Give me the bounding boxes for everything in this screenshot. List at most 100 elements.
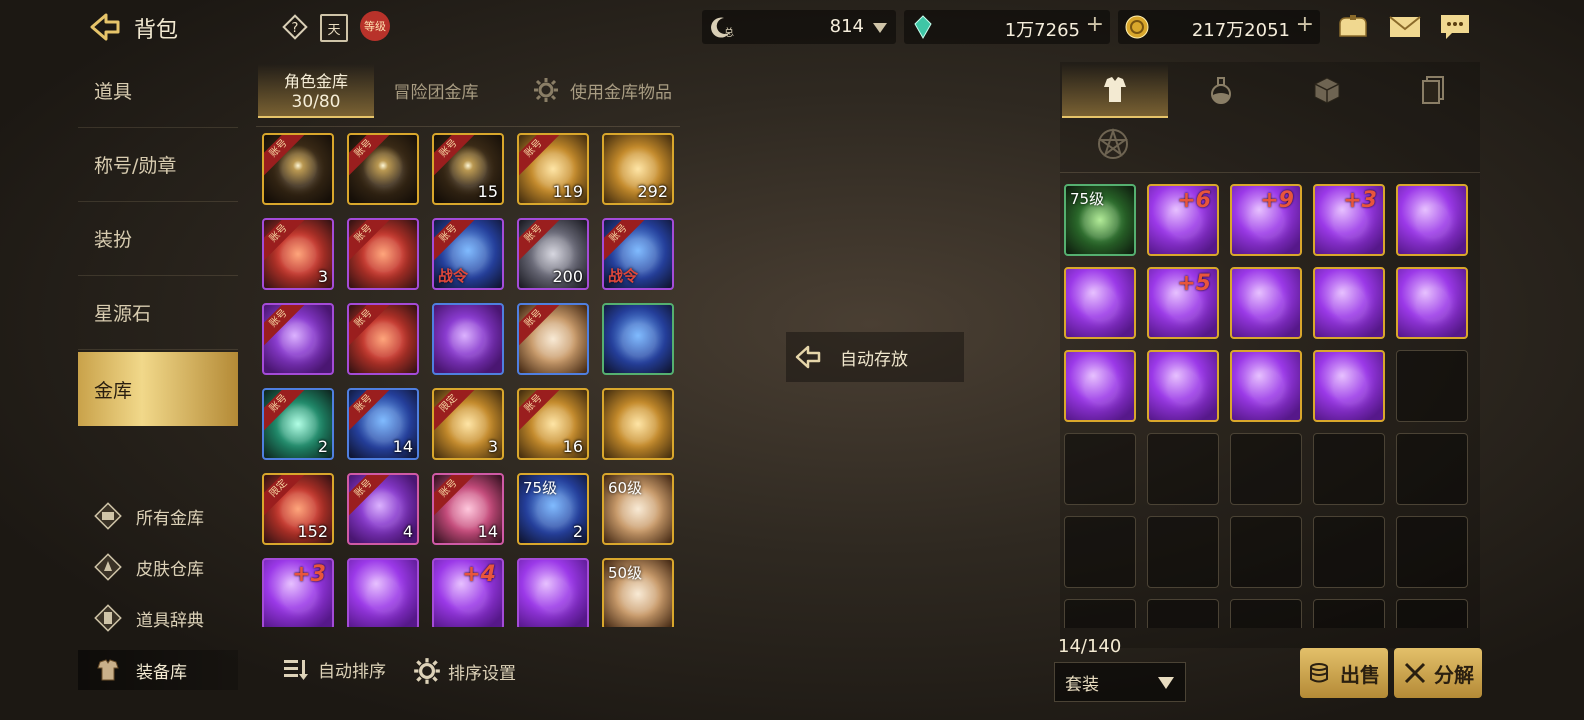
vault-item-slot[interactable]: 账号 4 [347,473,419,545]
vault-item-slot[interactable] [347,558,419,627]
vault-item-slot[interactable]: 账号 119 [517,133,589,205]
vault-item-slot[interactable]: 账号 200 [517,218,589,290]
equipment-item-empty-slot[interactable] [1230,516,1302,588]
equipment-item-slot[interactable] [1396,184,1468,256]
chat-icon[interactable] [1438,12,1472,46]
vault-item-slot[interactable]: 限定 152 [262,473,334,545]
equipment-item-slot[interactable] [1230,267,1302,339]
vault-item-slot[interactable]: 账号 2 [262,388,334,460]
equipment-item-slot[interactable] [1313,267,1385,339]
vault-item-slot[interactable]: 292 [602,133,674,205]
equipment-item-slot[interactable] [1064,267,1136,339]
use-vault-items-button[interactable]: 使用金库物品 [522,64,682,116]
card-tab-icon[interactable] [1380,64,1486,116]
equipment-item-empty-slot[interactable] [1313,599,1385,628]
equipment-item-empty-slot[interactable] [1313,516,1385,588]
vault-item-slot[interactable]: +3 [262,558,334,627]
wallet-icon[interactable] [1336,12,1370,46]
cube-tab-icon[interactable] [1274,64,1380,116]
vault-item-slot[interactable]: 账号 [262,133,334,205]
equipment-item-empty-slot[interactable] [1313,433,1385,505]
sidebar-item-label: 道具 [94,81,133,103]
equipment-item-empty-slot[interactable] [1230,433,1302,505]
equipment-item-empty-slot[interactable] [1064,599,1136,628]
tab-adventure-vault[interactable]: 冒险团金库 [384,64,488,116]
vault-item-slot[interactable]: 账号 战令 [432,218,504,290]
add-crystal-icon[interactable]: + [1086,12,1104,37]
divider [1060,172,1480,173]
sub-item-all-vaults[interactable]: 所有金库 [92,494,204,538]
sidebar-item-avatar[interactable]: 装扮 [78,202,238,276]
crystal-currency[interactable]: 1万7265 + [904,10,1110,44]
equipment-item-empty-slot[interactable] [1396,433,1468,505]
pentagram-tab-icon[interactable] [1094,126,1132,162]
sidebar-item-items[interactable]: 道具 [78,54,238,128]
vault-item-slot[interactable]: 账号 战令 [602,218,674,290]
vault-item-slot[interactable]: 50级 [602,558,674,627]
help-icon[interactable]: ? [282,14,308,40]
equipment-item-empty-slot[interactable] [1396,350,1468,422]
tab-character-vault[interactable]: 角色金库 30/80 [258,64,374,118]
vault-item-slot[interactable]: 账号 [347,218,419,290]
calendar-icon[interactable]: 天 [320,14,348,42]
item-count: 200 [552,267,583,286]
equipment-item-slot[interactable]: +6 [1147,184,1219,256]
vault-item-slot[interactable]: 账号 14 [432,473,504,545]
equipment-item-slot[interactable] [1396,267,1468,339]
sidebar-item-vault[interactable]: 金库 [78,352,238,426]
equipment-item-empty-slot[interactable] [1230,599,1302,628]
vault-item-slot[interactable]: 账号 [262,303,334,375]
disassemble-button[interactable]: 分解 [1394,648,1482,698]
auto-sort-button[interactable]: 自动排序 [282,656,386,682]
sub-item-skin-storage[interactable]: 皮肤仓库 [92,545,204,589]
mail-icon[interactable] [1388,14,1422,44]
auto-store-button[interactable]: 自动存放 [786,332,964,382]
sidebar-item-titles[interactable]: 称号/勋章 [78,128,238,202]
dropdown-triangle-icon[interactable] [872,20,888,39]
equipment-item-empty-slot[interactable] [1064,433,1136,505]
potion-tab-icon[interactable] [1168,64,1274,116]
equipment-item-slot[interactable] [1230,350,1302,422]
sort-settings-button[interactable]: 排序设置 [412,656,516,686]
sell-button[interactable]: 出售 [1300,648,1388,698]
equipment-item-empty-slot[interactable] [1396,516,1468,588]
armor-tab-icon[interactable] [1062,64,1168,118]
vault-item-slot[interactable] [517,558,589,627]
level-badge-icon[interactable]: 等级 [360,11,390,41]
sub-item-equipment-storage[interactable]: 装备库 [92,648,187,692]
vault-item-slot[interactable]: 账号 15 [432,133,504,205]
vault-item-slot[interactable]: 账号 16 [517,388,589,460]
vault-item-slot[interactable]: 60级 [602,473,674,545]
equipment-item-slot[interactable] [1064,350,1136,422]
vault-item-slot[interactable]: 账号 [347,133,419,205]
vault-item-slot[interactable]: 限定 3 [432,388,504,460]
back-arrow-icon[interactable] [88,12,122,42]
gold-currency[interactable]: 217万2051 + [1118,10,1320,44]
equipment-item-slot[interactable]: +3 [1313,184,1385,256]
set-filter-dropdown[interactable]: 套装 [1054,662,1186,702]
vault-item-slot[interactable]: 75级 2 [517,473,589,545]
equipment-item-empty-slot[interactable] [1147,516,1219,588]
equipment-item-slot[interactable]: +9 [1230,184,1302,256]
sub-item-item-dictionary[interactable]: 道具辞典 [92,596,204,640]
sidebar-item-starstone[interactable]: 星源石 [78,276,238,350]
equipment-item-empty-slot[interactable] [1147,599,1219,628]
vault-item-slot[interactable]: 账号 [347,303,419,375]
equipment-item-slot[interactable] [1313,350,1385,422]
item-art-icon [622,578,656,612]
equipment-item-slot[interactable]: 75级 [1064,184,1136,256]
equipment-item-slot[interactable]: +5 [1147,267,1219,339]
equipment-item-empty-slot[interactable] [1064,516,1136,588]
equipment-item-empty-slot[interactable] [1396,599,1468,628]
vault-item-slot[interactable]: 账号 3 [262,218,334,290]
vault-item-slot[interactable] [602,388,674,460]
vault-item-slot[interactable] [432,303,504,375]
equipment-item-slot[interactable] [1147,350,1219,422]
add-gold-icon[interactable]: + [1296,12,1314,37]
vault-item-slot[interactable]: 账号 [517,303,589,375]
vault-item-slot[interactable]: 账号 14 [347,388,419,460]
vault-item-slot[interactable] [602,303,674,375]
vault-item-slot[interactable]: +4 [432,558,504,627]
fatigue-currency[interactable]: 总 814 [702,10,896,44]
equipment-item-empty-slot[interactable] [1147,433,1219,505]
